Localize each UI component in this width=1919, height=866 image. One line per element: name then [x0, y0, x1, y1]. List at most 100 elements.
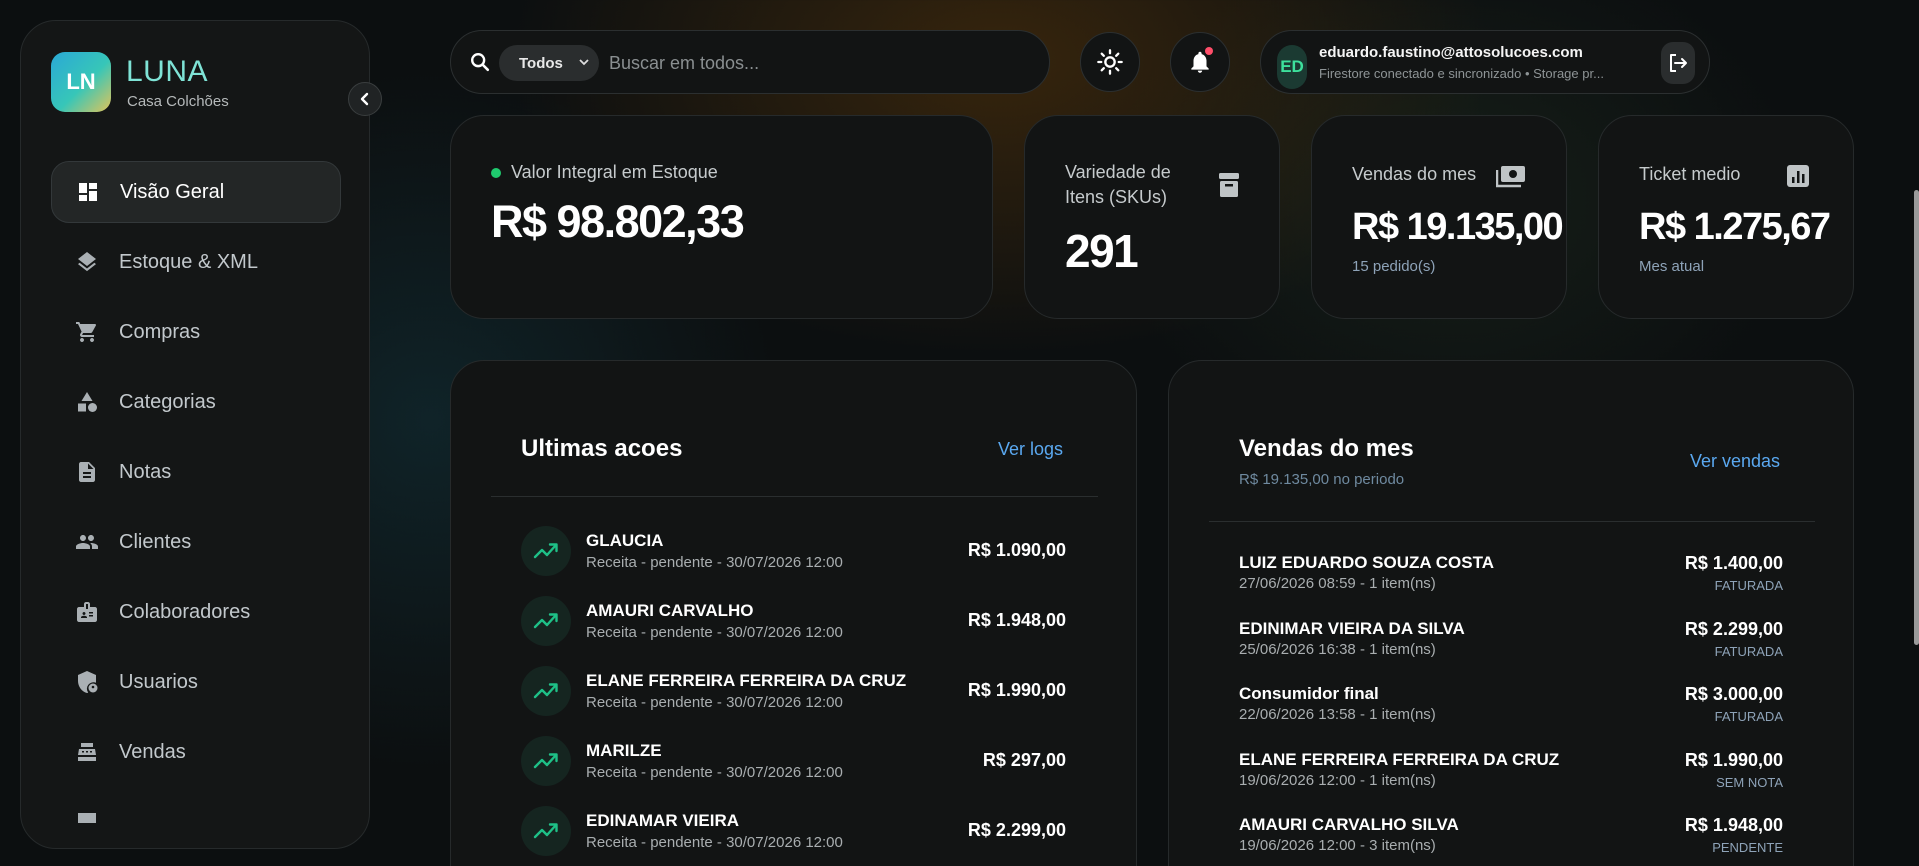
action-row[interactable]: MARILZE Receita - pendente - 30/07/2026 1…: [451, 736, 1136, 796]
sidebar-item-label: Usuarios: [119, 670, 198, 693]
customer-name: AMAURI CARVALHO SILVA: [1239, 815, 1459, 834]
stock-value: R$ 98.802,33: [491, 196, 745, 247]
sale-status-badge: FATURADA: [1714, 643, 1783, 659]
action-amount: R$ 1.990,00: [967, 680, 1066, 700]
connection-status: Firestore conectado e sincronizado • Sto…: [1319, 66, 1604, 81]
action-name: ELANE FERREIRA FERREIRA DA CRUZ: [586, 671, 907, 690]
divider: [1209, 521, 1815, 522]
shapes-icon: [73, 388, 101, 416]
sidebar-item-categorias[interactable]: Categorias: [51, 371, 341, 433]
sale-meta: 19/06/2026 12:00 - 1 item(ns): [1239, 771, 1436, 789]
sidebar-item-visao-geral[interactable]: Visão Geral: [51, 161, 341, 223]
sidebar-item-colaboradores[interactable]: Colaboradores: [51, 581, 341, 643]
sale-meta: 25/06/2026 16:38 - 1 item(ns): [1239, 640, 1436, 658]
ticket-value: R$ 1.275,67: [1639, 206, 1831, 248]
action-meta: Receita - pendente - 30/07/2026 12:00: [586, 764, 843, 781]
sidebar-item-vendas[interactable]: Vendas: [51, 721, 341, 783]
sale-status-badge: PENDENTE: [1712, 840, 1783, 855]
action-name: GLAUCIA: [586, 531, 664, 550]
divider: [491, 496, 1098, 497]
customer-name: EDINIMAR VIEIRA DA SILVA: [1239, 618, 1465, 638]
action-meta: Receita - pendente - 30/07/2026 12:00: [586, 694, 843, 711]
cart-icon: [73, 318, 101, 346]
partial-icon: [73, 797, 101, 825]
sale-status-badge: FATURADA: [1714, 709, 1783, 724]
action-row[interactable]: GLAUCIA Receita - pendente - 30/07/2026 1…: [451, 526, 1136, 586]
bar-chart-icon: [1786, 164, 1810, 193]
search-input[interactable]: [609, 45, 1029, 81]
action-row[interactable]: EDINAMAR VIEIRA Receita - pendente - 30/0…: [451, 806, 1136, 866]
action-amount: R$ 1.948,00: [967, 610, 1066, 630]
badge-icon: [73, 598, 101, 626]
logout-icon: [1670, 54, 1687, 72]
sale-amount: R$ 2.299,00: [1684, 618, 1783, 639]
recent-actions-panel: Ultimas acoes Ver logs GLAUCIA Receita - …: [450, 360, 1137, 866]
search-bar: Todos: [450, 30, 1050, 94]
sidebar-item-estoque[interactable]: Estoque & XML: [51, 231, 341, 293]
sale-amount: R$ 1.990,00: [1684, 749, 1783, 770]
sidebar-item-partial[interactable]: [51, 791, 341, 831]
sidebar-item-label: Colaboradores: [119, 600, 251, 623]
notifications-button[interactable]: [1170, 32, 1230, 92]
search-scope-select[interactable]: Todos: [499, 45, 599, 81]
panel-title: Vendas do mes: [1239, 435, 1414, 462]
search-icon[interactable]: [469, 51, 491, 78]
stock-value-card: Valor Integral em Estoque R$ 98.802,33: [450, 115, 993, 319]
brand-logo[interactable]: LN: [51, 52, 111, 112]
panel-title: Ultimas acoes: [521, 435, 683, 462]
chevron-left-icon: [360, 92, 369, 106]
sale-status-badge: SEM NOTA: [1716, 774, 1783, 790]
panel-subtitle: R$ 19.135,00 no periodo: [1239, 471, 1405, 488]
ticket-label: Ticket medio: [1639, 164, 1741, 184]
action-meta: Receita - pendente - 30/07/2026 12:00: [586, 834, 843, 851]
sale-row[interactable]: LUIZ EDUARDO SOUZA COSTA 27/06/2026 08:59…: [1169, 553, 1853, 605]
sidebar-item-label: Vendas: [119, 740, 186, 763]
collapse-sidebar-button[interactable]: [348, 82, 382, 116]
notification-dot: [1205, 47, 1213, 55]
brand-title: LUNA: [126, 55, 209, 88]
action-meta: Receita - pendente - 30/07/2026 12:00: [586, 624, 843, 641]
archive-icon: [1218, 172, 1240, 203]
avatar: ED: [1277, 45, 1307, 89]
sidebar-item-label: Visão Geral: [120, 180, 225, 203]
people-icon: [73, 528, 101, 556]
sale-meta: 19/06/2026 12:00 - 3 item(ns): [1239, 837, 1436, 854]
sidebar-item-notas[interactable]: Notas: [51, 441, 341, 503]
sidebar-item-clientes[interactable]: Clientes: [51, 511, 341, 573]
sidebar-item-compras[interactable]: Compras: [51, 301, 341, 363]
user-email: eduardo.faustino@attosolucoes.com: [1319, 44, 1583, 61]
theme-toggle-button[interactable]: [1080, 32, 1140, 92]
view-sales-link[interactable]: Ver vendas: [1690, 451, 1780, 472]
action-meta: Receita - pendente - 30/07/2026 12:00: [586, 554, 843, 571]
action-amount: R$ 2.299,00: [967, 820, 1066, 840]
action-row[interactable]: ELANE FERREIRA FERREIRA DA CRUZ Receita -…: [451, 666, 1136, 726]
status-dot: [491, 168, 501, 179]
sku-card: Variedade de Itens (SKUs) 291: [1024, 115, 1280, 319]
logout-button[interactable]: [1661, 42, 1695, 84]
page-scrollbar[interactable]: [1914, 190, 1919, 645]
sale-amount: R$ 1.948,00: [1684, 815, 1783, 835]
money-icon: [1495, 164, 1526, 195]
trending-up-icon: [521, 736, 571, 786]
sale-row[interactable]: AMAURI CARVALHO SILVA 19/06/2026 12:00 - …: [1169, 815, 1853, 866]
trending-up-icon: [521, 666, 571, 716]
ticket-card: Ticket medio R$ 1.275,67 Mes atual: [1598, 115, 1854, 319]
brand-subtitle: Casa Colchões: [127, 93, 229, 110]
sale-row[interactable]: Consumidor final 22/06/2026 13:58 - 1 ite…: [1169, 684, 1853, 736]
trending-up-icon: [521, 806, 571, 856]
sidebar-item-label: Estoque & XML: [119, 250, 258, 273]
sale-row[interactable]: EDINIMAR VIEIRA DA SILVA 25/06/2026 16:38…: [1169, 619, 1853, 671]
sale-amount: R$ 1.400,00: [1684, 553, 1783, 573]
sidebar-nav: Visão Geral Estoque & XML Compras Catego…: [51, 161, 341, 839]
sidebar-item-label: Categorias: [119, 390, 216, 413]
action-row[interactable]: AMAURI CARVALHO Receita - pendente - 30/0…: [451, 596, 1136, 656]
action-name: EDINAMAR VIEIRA: [586, 811, 740, 830]
sale-status-badge: FATURADA: [1714, 578, 1783, 593]
action-name: AMAURI CARVALHO: [586, 601, 754, 620]
trending-up-icon: [521, 526, 571, 576]
customer-name: Consumidor final: [1239, 684, 1379, 703]
sale-row[interactable]: ELANE FERREIRA FERREIRA DA CRUZ 19/06/202…: [1169, 750, 1853, 802]
sidebar-item-usuarios[interactable]: Usuarios: [51, 651, 341, 713]
view-logs-link[interactable]: Ver logs: [998, 439, 1063, 460]
user-menu[interactable]: ED eduardo.faustino@attosolucoes.com Fir…: [1260, 30, 1710, 94]
